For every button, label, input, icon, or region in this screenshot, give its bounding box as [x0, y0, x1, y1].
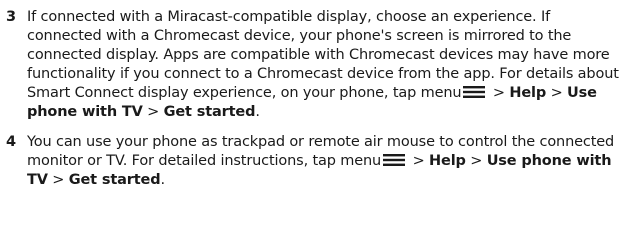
path-separator: >	[47, 172, 69, 188]
step-text: If connected with a Miracast-compatible …	[27, 8, 622, 122]
path-get-started: Get started	[68, 172, 161, 188]
path-separator: >	[488, 85, 510, 101]
path-separator: >	[465, 153, 487, 169]
instructions-page: 3 If connected with a Miracast-compatibl…	[0, 0, 628, 248]
step-3: 3 If connected with a Miracast-compatibl…	[6, 8, 622, 122]
menu-icon	[383, 154, 406, 166]
path-separator: >	[142, 104, 164, 120]
step-text: You can use your phone as trackpad or re…	[27, 133, 622, 190]
step-number: 3	[6, 9, 17, 25]
path-help: Help	[429, 153, 466, 169]
sentence-end: .	[160, 172, 165, 188]
step-number: 4	[6, 134, 17, 150]
sentence-end: .	[255, 104, 260, 120]
path-get-started: Get started	[163, 104, 256, 120]
path-help: Help	[509, 85, 547, 101]
path-separator: >	[408, 153, 430, 169]
step-4: 4 You can use your phone as trackpad or …	[6, 133, 622, 190]
menu-icon	[463, 86, 486, 98]
path-separator: >	[546, 85, 568, 101]
